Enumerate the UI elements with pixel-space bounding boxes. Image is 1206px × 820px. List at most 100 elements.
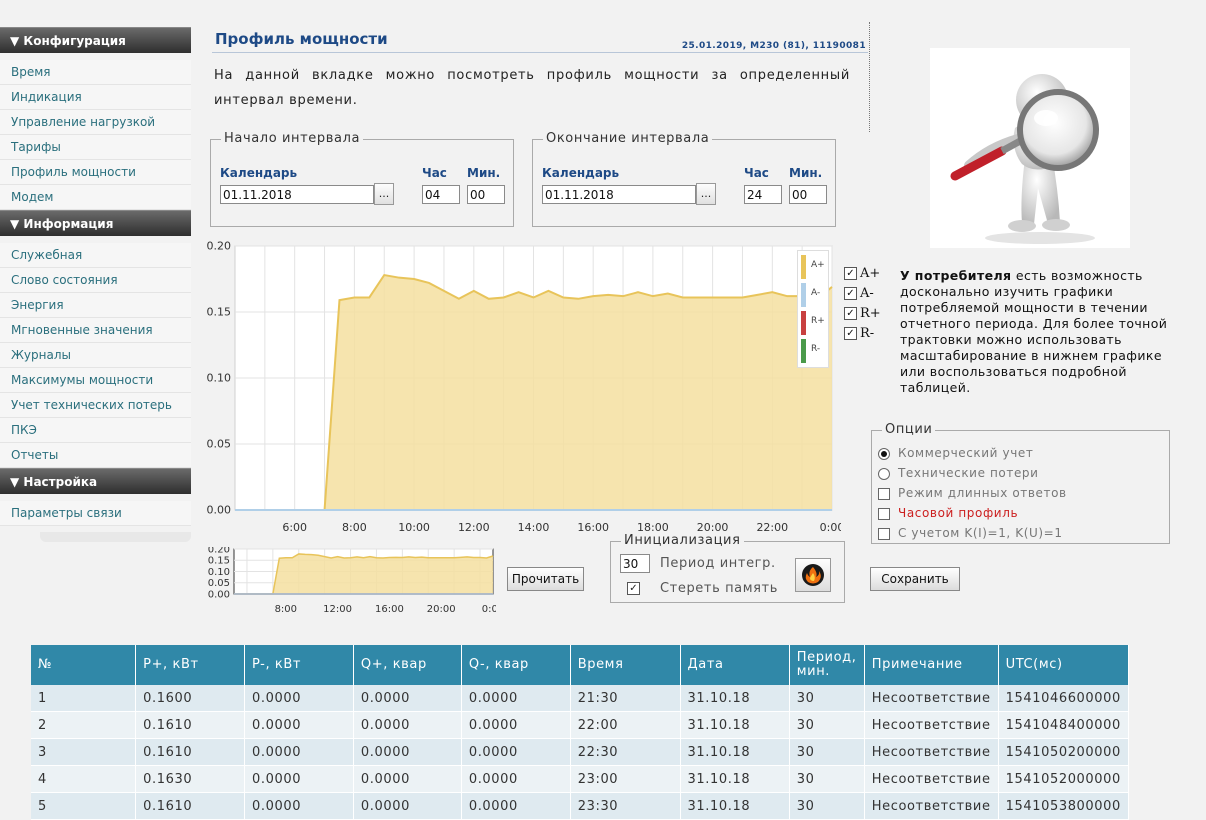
power-profile-chart[interactable]: 0.20 0.15 0.10 0.05 0.00 6:00 8:00 10:00 12:00 14… [196,240,845,545]
option-tech-losses[interactable]: Технические потери [878,466,1039,480]
table-cell: 30 [789,711,865,739]
main-chart-svg[interactable]: 0.20 0.15 0.10 0.05 0.00 6:00 8:00 10:00 12:00 14… [196,240,845,545]
column-header[interactable]: P+, кВт [135,645,246,685]
table-cell: 0.0000 [353,765,462,793]
sidebar-item-time[interactable]: Время [0,60,191,85]
read-button[interactable]: Прочитать [507,567,584,591]
title-divider [212,52,868,53]
table-cell: 31.10.18 [680,685,790,712]
end-date-picker-button[interactable]: ... [696,183,716,205]
sidebar: ▼ Конфигурация Время Индикация Управлени… [0,27,191,526]
table-cell: 22:00 [570,711,681,739]
x-tick-label: 10:00 [398,521,430,534]
column-header[interactable]: Дата [680,645,790,685]
fire-icon [802,564,824,586]
x-tick-label: 8:00 [342,521,367,534]
table-cell: 0.0000 [461,685,571,712]
erase-checkbox[interactable]: ✓ [627,582,640,595]
magnifier-illustration [930,48,1130,248]
calendar-label: Календарь [542,166,620,180]
sidebar-item-tech-losses[interactable]: Учет технических потерь [0,393,191,418]
table-cell: 0.0000 [244,738,354,766]
table-cell: 0.0000 [353,738,462,766]
period-input[interactable]: 30 [620,554,650,573]
table-row: 5 0.1610 0.0000 0.0000 0.0000 23:30 31.10.18 30… [31,792,1130,820]
column-header[interactable]: UTC(мс) [998,645,1130,685]
init-button[interactable] [795,558,831,592]
toggle-label: R- [860,326,875,341]
table-cell: Несоответствие [864,738,999,766]
profile-table: № P+, кВт P-, кВт Q+, квар Q-, квар Время Дата… [31,645,1130,820]
radio-icon[interactable] [878,447,890,460]
sidebar-item-power-profile[interactable]: Профиль мощности [0,160,191,185]
start-min-input[interactable]: 00 [467,185,505,204]
toggle-a-plus[interactable]: ✓ A+ [844,266,880,281]
overview-chart-svg[interactable]: 0.200.150.100.050.00 8:00 12:00 16:00 20:00 0… [196,544,505,619]
sidebar-section-header[interactable]: ▼ Настройка [0,468,191,494]
column-header[interactable]: Период, мин. [789,645,865,685]
start-date-input[interactable]: 01.11.2018 [220,185,374,204]
legend-item-a-minus: A- [801,283,827,307]
end-min-input[interactable]: 00 [789,185,827,204]
table-cell: 0.0000 [244,685,354,712]
option-hourly-profile[interactable]: Часовой профиль [878,506,1018,520]
sidebar-item-power-maximums[interactable]: Максимумы мощности [0,368,191,393]
table-cell: 1541053800000 [998,792,1130,820]
sidebar-item-energy[interactable]: Энергия [0,293,191,318]
sidebar-section-header[interactable]: ▼ Информация [0,210,191,236]
checkbox-icon[interactable]: ✓ [844,287,857,300]
column-header[interactable]: Примечание [864,645,999,685]
legend-swatch [801,255,806,279]
checkbox-icon[interactable]: ✓ [844,307,857,320]
sidebar-section-settings: ▼ Настройка Параметры связи [0,468,191,526]
checkbox-icon[interactable]: ✓ [844,327,857,340]
table-cell: 31.10.18 [680,765,790,793]
checkbox-icon[interactable] [878,487,890,500]
sidebar-item-journals[interactable]: Журналы [0,343,191,368]
sidebar-item-connection-params[interactable]: Параметры связи [0,501,191,526]
radio-icon[interactable] [878,467,890,480]
end-date-input[interactable]: 01.11.2018 [542,185,696,204]
column-header[interactable]: № [31,645,137,685]
option-long-answers[interactable]: Режим длинных ответов [878,486,1067,500]
option-commercial[interactable]: Коммерческий учет [878,446,1033,460]
sidebar-item-pke[interactable]: ПКЭ [0,418,191,443]
table-cell: 0.0000 [353,792,462,820]
sidebar-item-service[interactable]: Служебная [0,243,191,268]
table-cell: 1541048400000 [998,711,1130,739]
sidebar-item-reports[interactable]: Отчеты [0,443,191,468]
sidebar-item-modem[interactable]: Модем [0,185,191,210]
end-hour-input[interactable]: 24 [744,185,782,204]
sidebar-section-header[interactable]: ▼ Конфигурация [0,27,191,53]
column-header[interactable]: Время [570,645,681,685]
checkbox-icon[interactable]: ✓ [844,267,857,280]
toggle-a-minus[interactable]: ✓ A- [844,286,874,301]
column-header[interactable]: P-, кВт [244,645,354,685]
column-header[interactable]: Q-, квар [461,645,571,685]
table-cell: Несоответствие [864,792,999,820]
table-cell: 30 [789,738,865,766]
option-coefficients[interactable]: С учетом K(I)=1, K(U)=1 [878,526,1063,540]
sidebar-item-tariffs[interactable]: Тарифы [0,135,191,160]
table-cell: 21:30 [570,685,681,712]
table-cell: 0.1610 [135,711,246,739]
toggle-r-minus[interactable]: ✓ R- [844,326,874,341]
sidebar-item-indication[interactable]: Индикация [0,85,191,110]
start-date-picker-button[interactable]: ... [374,183,394,205]
overview-chart[interactable]: 0.20 0.15 0.10 0.05 0.00 8:00 12:00 16:00 20:00 0… [196,544,505,619]
table-body: 1 0.1600 0.0000 0.0000 0.0000 21:30 31.10.18 30… [31,685,1130,820]
toggle-r-plus[interactable]: ✓ R+ [844,306,881,321]
sidebar-item-load-control[interactable]: Управление нагрузкой [0,110,191,135]
sidebar-item-status-word[interactable]: Слово состояния [0,268,191,293]
column-header[interactable]: Q+, квар [353,645,462,685]
table-cell: 1541052000000 [998,765,1130,793]
save-button[interactable]: Сохранить [870,567,960,591]
table-cell: 0.1610 [135,738,246,766]
x-tick-label: 22:00 [756,521,788,534]
checkbox-icon[interactable] [878,527,890,540]
sidebar-item-instant-values[interactable]: Мгновенные значения [0,318,191,343]
start-hour-input[interactable]: 04 [422,185,460,204]
interval-start-group: Начало интервала Календарь Час Мин. 01.1… [210,131,514,227]
checkbox-icon[interactable] [878,507,890,520]
calendar-label: Календарь [220,166,298,180]
